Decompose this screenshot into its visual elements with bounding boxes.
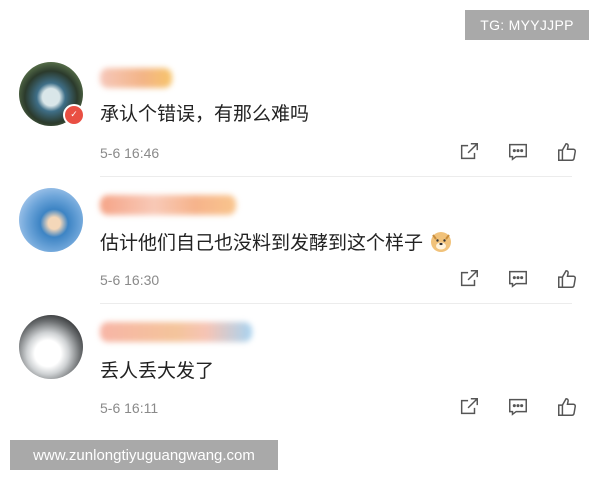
- comment-text: 丢人丢大发了: [100, 360, 215, 382]
- verified-badge-icon: ✓: [63, 104, 85, 126]
- thumbs-up-icon[interactable]: [554, 394, 580, 420]
- share-icon[interactable]: [456, 394, 482, 420]
- divider: [100, 303, 572, 304]
- username-blurred[interactable]: [100, 68, 172, 88]
- watermark-top: TG: MYYJJPP: [465, 10, 589, 40]
- share-icon[interactable]: [456, 139, 482, 165]
- thumbs-up-icon[interactable]: [554, 139, 580, 165]
- comment-text: 承认个错误，有那么难吗: [100, 103, 310, 125]
- username-blurred[interactable]: [100, 322, 252, 342]
- comment-time: 5-6 16:30: [100, 272, 160, 288]
- comment-text: 估计他们自己也没料到发酵到这个样子: [100, 232, 424, 254]
- share-icon[interactable]: [456, 266, 482, 292]
- avatar[interactable]: [19, 188, 83, 252]
- comment-icon[interactable]: [505, 394, 531, 420]
- doge-emoji-icon: [431, 232, 452, 252]
- comment-actions: [456, 139, 580, 165]
- divider: [100, 176, 572, 177]
- avatar[interactable]: [19, 315, 83, 379]
- comment-time: 5-6 16:46: [100, 145, 160, 161]
- username-blurred[interactable]: [100, 195, 236, 215]
- watermark-bottom: www.zunlongtiyuguangwang.com: [10, 440, 278, 470]
- comment-icon[interactable]: [505, 139, 531, 165]
- comment-icon[interactable]: [505, 266, 531, 292]
- thumbs-up-icon[interactable]: [554, 266, 580, 292]
- comment-time: 5-6 16:11: [100, 400, 159, 416]
- comment-actions: [456, 394, 580, 420]
- comment-text-row: 估计他们自己也没料到发酵到这个样子: [100, 228, 453, 255]
- comment-actions: [456, 266, 580, 292]
